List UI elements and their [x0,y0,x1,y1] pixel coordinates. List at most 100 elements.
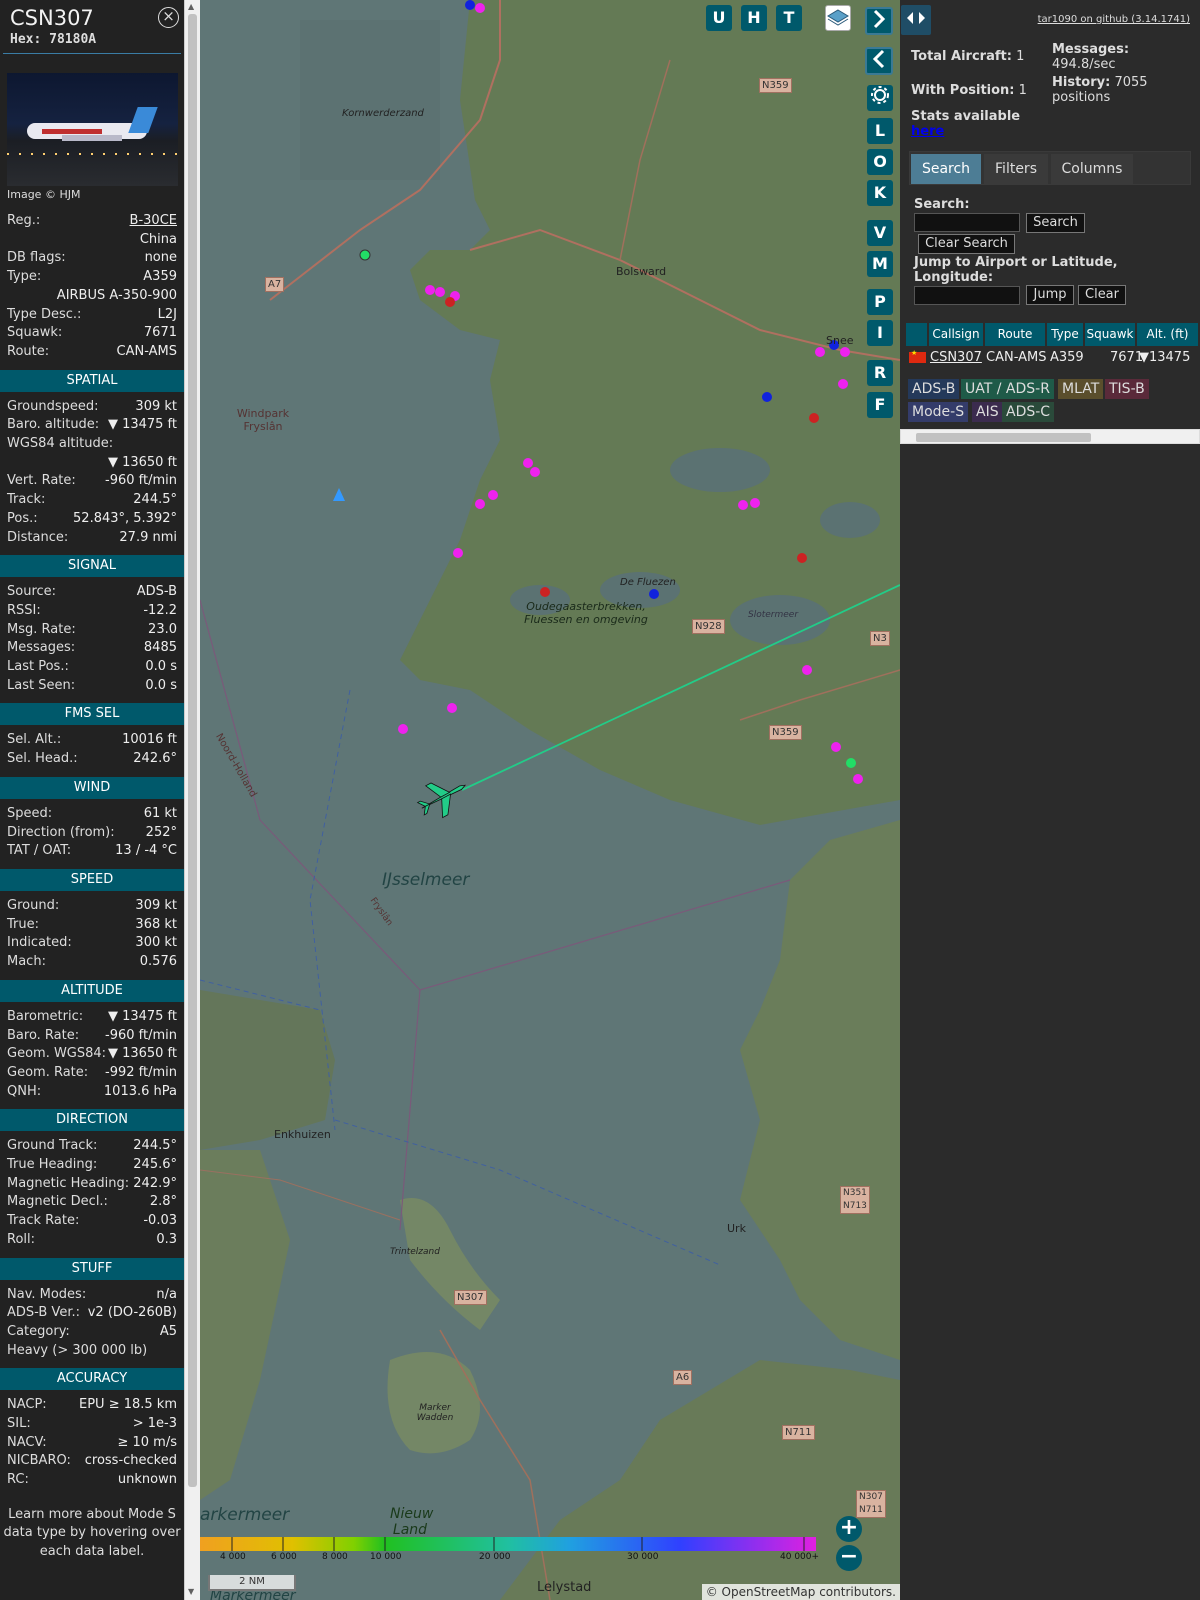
stats-here-link[interactable]: here [911,124,944,139]
total-aircraft-value: 1 [1016,49,1025,64]
toggle-v-button[interactable]: V [867,220,893,246]
info-row: True Heading: 245.6° [0,1156,184,1175]
source-badge: Mode-S [908,402,969,422]
info-label: TAT / OAT: [7,843,72,859]
table-header-route[interactable]: Route [985,323,1046,346]
zoom-in-button[interactable]: + [836,1516,862,1542]
info-label: Roll: [7,1231,36,1247]
map-tiles [200,0,900,1600]
legend-tick: 30 000 [627,1552,659,1562]
clear-search-button[interactable]: Clear Search [918,234,1015,254]
info-label: Last Seen: [7,677,76,693]
info-label: Route: [7,343,50,359]
row-altitude[interactable]: ▼13475 [1139,349,1190,367]
settings-gear-icon[interactable] [867,85,893,111]
toggle-f-button[interactable]: F [867,392,893,418]
info-value: China [139,231,177,247]
jump-input[interactable] [914,286,1020,305]
toggle-m-button[interactable]: M [867,251,893,277]
info-label: Baro. altitude: [7,417,100,433]
toggle-o-button[interactable]: O [867,149,893,175]
jump-button[interactable]: Jump [1026,285,1074,305]
clear-button[interactable]: Clear [1078,285,1126,305]
hscroll-thumb[interactable] [916,433,1091,442]
table-header-altitude[interactable]: Alt. (ft) [1137,323,1199,346]
search-button[interactable]: Search [1026,213,1085,233]
scroll-up-icon[interactable]: ▲ [188,2,194,11]
label-ijsselmeer: IJsselmeer [382,870,470,890]
scroll-down-icon[interactable]: ▼ [188,1587,194,1596]
info-value: none [144,250,177,266]
info-value: 23.0 [148,621,177,637]
legend-tick: 4 000 [220,1552,246,1562]
info-value: 245.6° [133,1157,177,1173]
table-header-squawk[interactable]: Squawk [1085,323,1136,346]
map-attribution[interactable]: © OpenStreetMap contributors. [701,1584,900,1600]
tab-filters[interactable]: Filters [984,154,1048,184]
info-value: CAN-AMS [116,343,177,359]
info-value: 244.5° [133,1138,177,1154]
label-trintelzand: Trintelzand [390,1247,440,1257]
accuracy-list: NACP: EPU ≥ 18.5 km SIL: > 1e-3 NACV: ≥ 10 m/… [0,1396,184,1490]
toggle-l-button[interactable]: L [867,118,893,144]
info-value: 242.9° [133,1175,177,1191]
info-row: Pos.: 52.843°, 5.392° [0,510,184,529]
legend-tick: 6 000 [271,1552,297,1562]
github-link[interactable]: tar1090 on github (3.14.1741) [1038,14,1190,25]
tab-search[interactable]: Search [911,154,981,184]
layers-icon[interactable] [825,5,851,31]
next-aircraft-icon[interactable] [865,7,893,35]
with-position-label: With Position: [911,83,1015,98]
toggle-p-button[interactable]: P [867,289,893,315]
info-label: NICBARO: [7,1453,71,1469]
info-value: -0.03 [143,1213,177,1229]
table-header-type[interactable]: Type [1047,323,1084,346]
fms-list: Sel. Alt.: 10016 ft Sel. Head.: 242.6° [0,731,184,768]
info-value: AIRBUS A-350-900 [56,287,177,303]
info-value: > 1e-3 [132,1416,177,1432]
legend-tick: 20 000 [479,1552,511,1562]
info-row: ▼ 13650 ft [0,454,184,473]
tab-columns[interactable]: Columns [1051,154,1133,184]
search-input[interactable] [914,213,1020,232]
aircraft-photo[interactable] [7,73,178,186]
info-label: Groundspeed: [7,398,99,414]
info-panel-scrollbar[interactable]: ▲ ▼ [184,0,200,1600]
toggle-h-button[interactable]: H [741,5,767,31]
table-header-callsign[interactable]: Callsign [929,323,984,346]
info-value: 2.8° [149,1194,177,1210]
zoom-out-button[interactable]: − [836,1545,862,1571]
row-callsign[interactable]: CSN307 [930,349,982,367]
shield-n711: N711 [782,1425,815,1440]
source-badge: ADS-C [1002,402,1055,422]
table-header-flag[interactable] [906,323,928,346]
info-row: SIL: > 1e-3 [0,1415,184,1434]
info-row: Track: 244.5° [0,491,184,510]
info-label: QNH: [7,1083,42,1099]
info-value: 0.0 s [145,659,177,675]
row-route[interactable]: CAN-AMS [986,349,1046,367]
toggle-sidebar-icon[interactable] [901,5,931,35]
shield-n359-north: N359 [759,78,792,93]
info-label: Distance: [7,529,69,545]
info-value: 300 kt [135,935,177,951]
selected-callsign: CSN307 [10,6,94,30]
info-label: NACV: [7,1434,47,1450]
section-altitude: ALTITUDE [0,979,184,1002]
toggle-k-button[interactable]: K [867,180,893,206]
toggle-t-button[interactable]: T [776,5,802,31]
previous-aircraft-icon[interactable] [865,47,893,75]
info-label: Vert. Rate: [7,473,76,489]
row-type[interactable]: A359 [1050,349,1084,367]
toggle-i-button[interactable]: I [867,320,893,346]
close-icon[interactable]: × [158,7,179,28]
legend-tick: 8 000 [322,1552,348,1562]
scroll-thumb[interactable] [188,14,197,1487]
info-row: Barometric: ▼ 13475 ft [0,1008,184,1027]
toggle-r-button[interactable]: R [867,360,893,386]
hex-value: 78180A [49,32,97,47]
table-horizontal-scrollbar[interactable] [900,429,1200,444]
info-row: RSSI: -12.2 [0,602,184,621]
toggle-u-button[interactable]: U [706,5,732,31]
map-view[interactable]: Kornwerderzand Bolsward Windpark Fryslân… [200,0,900,1600]
